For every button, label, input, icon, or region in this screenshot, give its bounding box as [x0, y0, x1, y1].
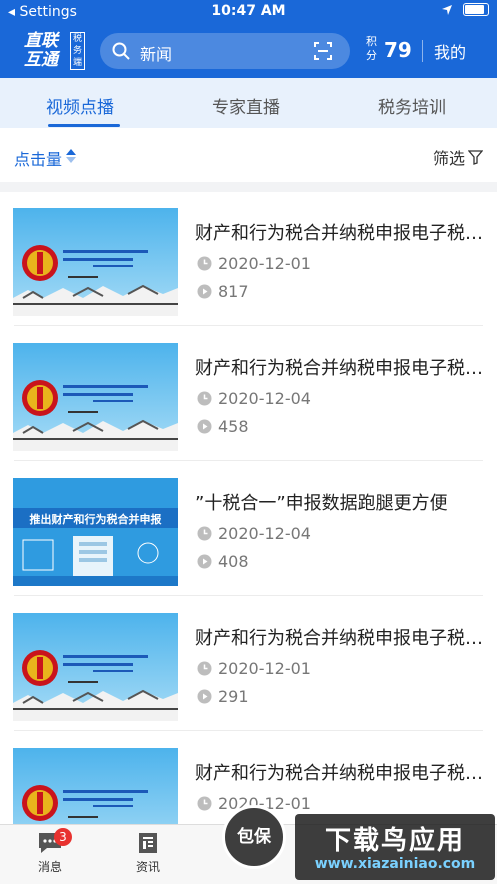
item-divider: [14, 595, 483, 596]
video-list-item[interactable]: 财产和行为税合并纳税申报电子税务局操作 2020-12-01 291: [0, 597, 497, 731]
video-title[interactable]: 财产和行为税合并纳税申报电子税务局操作: [195, 624, 485, 650]
tab-news[interactable]: 资讯: [118, 831, 178, 875]
play-count-icon: [197, 419, 212, 434]
video-date: 2020-12-01: [197, 659, 311, 678]
tab-expert-live[interactable]: 专家直播: [212, 93, 280, 118]
play-count-icon: [197, 284, 212, 299]
video-views: 408: [197, 552, 249, 571]
video-views-text: 291: [218, 687, 249, 706]
mine-button[interactable]: 我的: [434, 39, 466, 63]
video-views-text: 408: [218, 552, 249, 571]
video-date-text: 2020-12-01: [218, 254, 311, 273]
video-thumbnail[interactable]: 推出财产和行为税合并申报: [13, 478, 178, 586]
watermark-title: 下载鸟应用: [324, 826, 465, 856]
video-list-item[interactable]: 财产和行为税合并纳税申报电子税务局操作 2020-12-04 458: [0, 327, 497, 461]
video-title[interactable]: ”十税合一”申报数据跑腿更方便: [195, 489, 485, 515]
play-count-icon: [197, 689, 212, 704]
scan-icon[interactable]: [314, 42, 332, 60]
sort-filter-bar: 点击量 筛选: [0, 128, 497, 182]
logo-main-text: 直联 互通: [24, 31, 58, 70]
item-divider: [14, 325, 483, 326]
clock-icon: [197, 796, 212, 811]
battery-icon: [463, 3, 489, 16]
video-date: 2020-12-04: [197, 389, 311, 408]
video-views: 458: [197, 417, 249, 436]
filter-label: 筛选: [432, 149, 465, 168]
video-thumbnail-graphic: [13, 208, 178, 316]
item-divider: [14, 730, 483, 731]
points-value: 79: [384, 38, 412, 62]
video-date: 2020-12-01: [197, 254, 311, 273]
video-title[interactable]: 财产和行为税合并纳税申报电子税务局操作: [195, 354, 485, 380]
video-views: 291: [197, 687, 249, 706]
sort-by-clicks[interactable]: 点击量: [14, 146, 62, 170]
app-logo: 直联 互通 税务端: [24, 32, 86, 70]
location-icon: [442, 4, 452, 15]
tab-messages[interactable]: 3 消息: [20, 828, 80, 875]
search-bar[interactable]: 新闻: [100, 33, 350, 69]
video-date: 2020-12-04: [197, 524, 311, 543]
search-placeholder: 新闻: [140, 45, 173, 64]
clock-icon: [197, 526, 212, 541]
search-icon: [112, 42, 130, 60]
message-badge: 3: [54, 828, 72, 846]
video-thumbnail[interactable]: [13, 208, 178, 316]
clock-icon: [197, 661, 212, 676]
video-thumbnail[interactable]: [13, 343, 178, 451]
app-header: 直联 互通 税务端 新闻 积分 79 我的: [0, 24, 497, 78]
video-views: 817: [197, 282, 249, 301]
video-thumbnail-graphic: [13, 613, 178, 721]
thumbnail-banner-text: 推出财产和行为税合并申报: [29, 513, 162, 526]
status-bar: ◂ Settings 10:47 AM: [0, 0, 497, 24]
sort-arrows-icon[interactable]: [66, 149, 76, 163]
status-icons: [441, 3, 489, 16]
active-tab-indicator: [48, 124, 120, 127]
video-thumbnail-graphic: [13, 343, 178, 451]
tab-news-label: 资讯: [135, 860, 160, 874]
filter-button[interactable]: 筛选: [433, 145, 483, 169]
points-label: 积分: [366, 35, 377, 62]
item-divider: [14, 460, 483, 461]
tab-tax-training[interactable]: 税务培训: [378, 93, 446, 118]
watermark-url: www.xiazainiao.com: [314, 856, 476, 872]
video-views-text: 458: [218, 417, 249, 436]
logo-side-text: 税务端: [70, 32, 85, 70]
watermark-logo: 下载鸟应用 www.xiazainiao.com: [295, 814, 495, 880]
video-thumbnail-graphic: [13, 478, 178, 586]
clock: 10:47 AM: [211, 3, 286, 19]
video-title[interactable]: 财产和行为税合并纳税申报电子税务局操作: [195, 759, 485, 785]
video-date-text: 2020-12-04: [218, 389, 311, 408]
video-title[interactable]: 财产和行为税合并纳税申报电子税务局操作: [195, 219, 485, 245]
category-tabs: 视频点播 专家直播 税务培训: [0, 78, 497, 128]
video-views-text: 817: [218, 282, 249, 301]
play-count-icon: [197, 554, 212, 569]
tab-video-on-demand[interactable]: 视频点播: [46, 93, 114, 118]
funnel-icon: [468, 149, 483, 165]
video-date-text: 2020-12-04: [218, 524, 311, 543]
clock-icon: [197, 256, 212, 271]
video-thumbnail[interactable]: [13, 613, 178, 721]
news-icon: [139, 833, 157, 853]
video-date-text: 2020-12-01: [218, 659, 311, 678]
header-divider: [422, 40, 423, 62]
center-action-button[interactable]: 包保: [222, 805, 286, 869]
clock-icon: [197, 391, 212, 406]
section-gap: [0, 182, 497, 192]
video-list-item[interactable]: 推出财产和行为税合并申报 ”十税合一”申报数据跑腿更方便 2020-12-04 408: [0, 462, 497, 596]
tab-messages-label: 消息: [37, 860, 62, 874]
video-list-item[interactable]: 财产和行为税合并纳税申报电子税务局操作 2020-12-01 817: [0, 192, 497, 326]
